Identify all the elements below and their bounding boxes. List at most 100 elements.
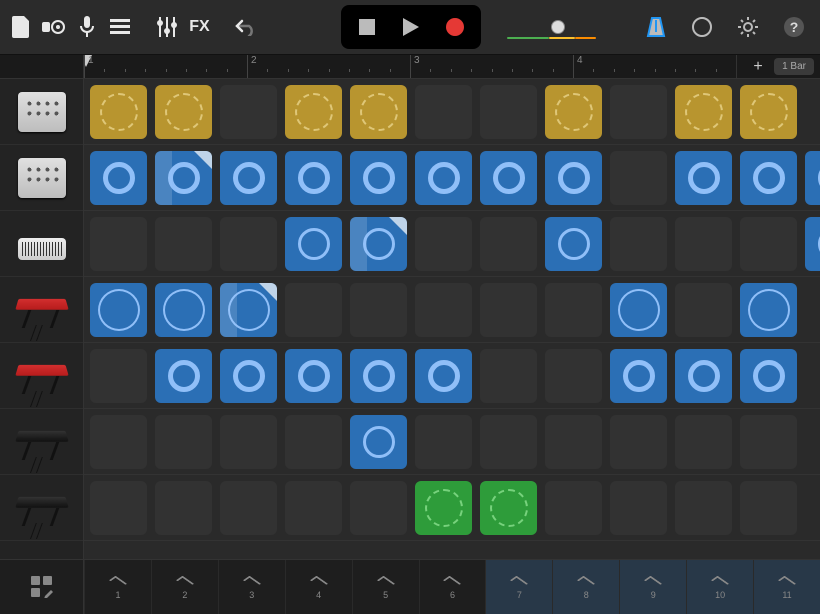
loop-cell[interactable] — [285, 151, 342, 205]
loop-cell[interactable] — [220, 85, 277, 139]
track-header[interactable] — [0, 145, 83, 211]
loop-cell[interactable] — [350, 217, 407, 271]
loop-cell[interactable] — [285, 481, 342, 535]
mic-button[interactable] — [74, 9, 101, 45]
cell-edit-button[interactable] — [24, 569, 60, 605]
loop-cell[interactable] — [285, 85, 342, 139]
loop-cell[interactable] — [740, 349, 797, 403]
undo-button[interactable] — [232, 9, 259, 45]
loop-cell[interactable] — [155, 481, 212, 535]
column-trigger[interactable]: 5 — [352, 560, 419, 614]
loop-cell[interactable] — [740, 481, 797, 535]
loop-cell[interactable] — [480, 217, 537, 271]
loop-cell[interactable] — [90, 217, 147, 271]
volume-slider[interactable] — [507, 24, 612, 30]
loop-cell[interactable] — [675, 151, 732, 205]
loop-cell[interactable] — [545, 349, 602, 403]
loop-cell[interactable] — [675, 217, 732, 271]
loop-cell[interactable] — [545, 85, 602, 139]
loop-cell[interactable] — [220, 283, 277, 337]
loop-cell[interactable] — [350, 415, 407, 469]
loop-cell[interactable] — [415, 217, 472, 271]
settings-button[interactable] — [730, 9, 766, 45]
loop-cell[interactable] — [285, 217, 342, 271]
track-header[interactable] — [0, 211, 83, 277]
loop-cell[interactable] — [480, 349, 537, 403]
loop-cell[interactable] — [740, 283, 797, 337]
loop-cell[interactable] — [285, 415, 342, 469]
loop-cell[interactable] — [155, 349, 212, 403]
column-trigger[interactable]: 2 — [151, 560, 218, 614]
loop-cell[interactable] — [285, 283, 342, 337]
tracks-button[interactable] — [107, 9, 134, 45]
column-trigger[interactable]: 11 — [753, 560, 820, 614]
column-trigger[interactable]: 10 — [686, 560, 753, 614]
loop-cell[interactable] — [805, 151, 820, 205]
loop-cell[interactable] — [610, 85, 667, 139]
loop-cell[interactable] — [675, 283, 732, 337]
loop-cell[interactable] — [415, 85, 472, 139]
loop-cell[interactable] — [610, 349, 667, 403]
loop-cell[interactable] — [90, 349, 147, 403]
loop-cell[interactable] — [350, 151, 407, 205]
track-header[interactable] — [0, 475, 83, 541]
loop-cell[interactable] — [415, 415, 472, 469]
loop-cell[interactable] — [220, 217, 277, 271]
column-trigger[interactable]: 9 — [619, 560, 686, 614]
track-header[interactable] — [0, 409, 83, 475]
loop-cell[interactable] — [415, 481, 472, 535]
record-button[interactable] — [433, 9, 477, 45]
loop-cell[interactable] — [545, 415, 602, 469]
loop-cell[interactable] — [155, 283, 212, 337]
help-button[interactable]: ? — [776, 9, 812, 45]
loop-cell[interactable] — [740, 151, 797, 205]
loop-cell[interactable] — [675, 85, 732, 139]
loop-cell[interactable] — [220, 349, 277, 403]
timeline-ruler[interactable]: 1234 — [84, 55, 736, 78]
loop-cell[interactable] — [90, 283, 147, 337]
track-header[interactable] — [0, 79, 83, 145]
loop-cell[interactable] — [480, 481, 537, 535]
column-trigger[interactable]: 7 — [485, 560, 552, 614]
loop-cell[interactable] — [675, 481, 732, 535]
loop-cell[interactable] — [415, 151, 472, 205]
column-trigger[interactable]: 4 — [285, 560, 352, 614]
loop-cell[interactable] — [675, 349, 732, 403]
loop-cell[interactable] — [220, 151, 277, 205]
browser-button[interactable] — [41, 9, 68, 45]
loop-cell[interactable] — [610, 481, 667, 535]
loop-cell[interactable] — [90, 151, 147, 205]
column-trigger[interactable]: 6 — [419, 560, 486, 614]
loop-cell[interactable] — [545, 217, 602, 271]
loop-button[interactable] — [684, 9, 720, 45]
loop-cell[interactable] — [415, 349, 472, 403]
loop-cell[interactable] — [740, 217, 797, 271]
loop-cell[interactable] — [220, 481, 277, 535]
fx-button[interactable]: FX — [186, 9, 213, 45]
loop-cell[interactable] — [350, 85, 407, 139]
loop-cell[interactable] — [480, 415, 537, 469]
loop-cell[interactable] — [350, 349, 407, 403]
loop-cell[interactable] — [90, 85, 147, 139]
loop-cell[interactable] — [220, 415, 277, 469]
loop-cell[interactable] — [675, 415, 732, 469]
loop-cell[interactable] — [740, 85, 797, 139]
track-header[interactable] — [0, 277, 83, 343]
column-trigger[interactable]: 3 — [218, 560, 285, 614]
track-header[interactable] — [0, 343, 83, 409]
loop-cell[interactable] — [155, 85, 212, 139]
loop-cell[interactable] — [545, 151, 602, 205]
loop-cell[interactable] — [480, 283, 537, 337]
loop-cell[interactable] — [285, 349, 342, 403]
project-button[interactable] — [8, 9, 35, 45]
loop-cell[interactable] — [740, 415, 797, 469]
loop-cell[interactable] — [480, 151, 537, 205]
loop-cell[interactable] — [610, 217, 667, 271]
loop-cell[interactable] — [805, 217, 820, 271]
loop-cell[interactable] — [415, 283, 472, 337]
loop-cell[interactable] — [155, 217, 212, 271]
loop-cell[interactable] — [350, 283, 407, 337]
loop-cell[interactable] — [545, 481, 602, 535]
stop-button[interactable] — [345, 9, 389, 45]
loop-cell[interactable] — [610, 415, 667, 469]
